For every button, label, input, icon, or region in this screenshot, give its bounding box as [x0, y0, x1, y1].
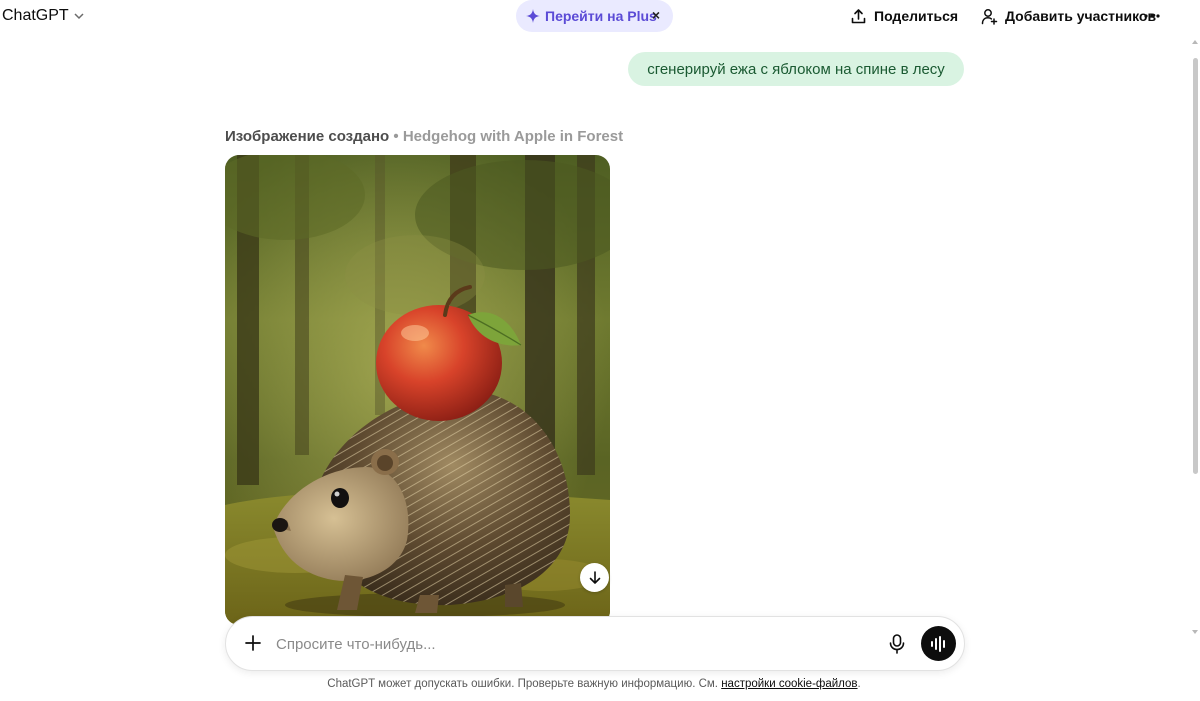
model-name: ChatGPT — [2, 7, 69, 24]
model-selector[interactable]: ChatGPT — [2, 4, 85, 28]
caption-separator: • — [393, 128, 399, 145]
download-image-button[interactable] — [580, 563, 609, 592]
upgrade-plus-button[interactable]: Перейти на Plus × — [516, 0, 673, 32]
share-label: Поделиться — [874, 8, 959, 24]
upload-icon — [851, 8, 866, 23]
scroll-up-arrow-icon[interactable] — [1192, 40, 1198, 44]
download-icon — [589, 570, 600, 584]
share-button[interactable]: Поделиться — [850, 4, 958, 28]
image-generated-caption: Изображение создано • Hedgehog with Appl… — [225, 128, 623, 145]
top-bar: ChatGPT Перейти на Plus × Поделиться Доб… — [0, 0, 1200, 32]
more-options-button[interactable] — [1142, 4, 1162, 28]
hedgehog-apple-forest-painting — [225, 155, 610, 625]
user-message-text: сгенерируй ежа с яблоком на спине в лесу — [647, 60, 945, 78]
add-participants-label: Добавить участников — [1005, 8, 1157, 24]
disclaimer-footer: ChatGPT может допускать ошибки. Проверьт… — [0, 678, 1188, 690]
add-participants-button[interactable]: Добавить участников — [981, 4, 1156, 28]
generated-image[interactable] — [225, 155, 610, 625]
voice-wave-icon — [930, 635, 945, 652]
image-title: Hedgehog with Apple in Forest — [402, 128, 624, 145]
cookie-settings-link[interactable]: настройки cookie-файлов — [721, 678, 857, 690]
disclaimer-text: ChatGPT может допускать ошибки. Проверьт… — [327, 678, 718, 690]
voice-mode-button[interactable] — [921, 626, 956, 661]
microphone-icon[interactable] — [887, 633, 907, 655]
scroll-down-arrow-icon[interactable] — [1192, 630, 1198, 634]
message-composer — [225, 616, 965, 671]
upgrade-plus-label: Перейти на Plus — [545, 8, 657, 24]
add-user-icon — [981, 8, 998, 25]
user-message-bubble: сгенерируй ежа с яблоком на спине в лесу — [628, 52, 964, 86]
more-horizontal-icon — [1144, 14, 1160, 18]
prompt-input[interactable] — [276, 630, 876, 658]
scrollbar[interactable] — [1190, 36, 1200, 646]
scrollbar-thumb[interactable] — [1193, 58, 1198, 474]
close-icon[interactable]: × — [649, 7, 663, 23]
plus-icon[interactable] — [242, 632, 264, 654]
image-status-label: Изображение создано — [225, 128, 390, 145]
sparkle-icon — [526, 9, 540, 23]
chevron-down-icon — [74, 13, 84, 20]
disclaimer-end: . — [857, 678, 861, 690]
